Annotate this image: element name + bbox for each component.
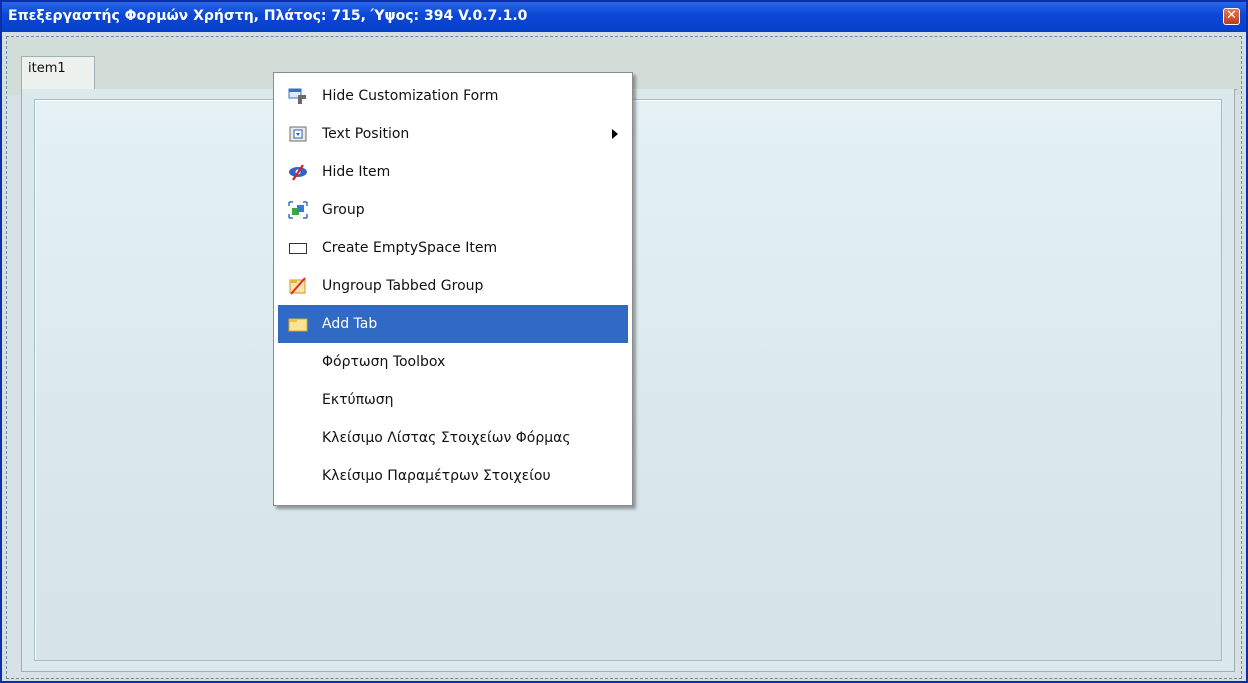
- menu-item-ungroup-tabbed-group[interactable]: Ungroup Tabbed Group: [278, 267, 628, 305]
- menu-item-label: Text Position: [322, 126, 410, 142]
- menu-item-group[interactable]: Group: [278, 191, 628, 229]
- title-bar[interactable]: Επεξεργαστής Φορμών Χρήστη, Πλάτος: 715,…: [2, 2, 1246, 32]
- menu-item-close-item-parameters[interactable]: Κλείσιμο Παραμέτρων Στοιχείου: [278, 457, 628, 495]
- menu-item-hide-customization-form[interactable]: Hide Customization Form: [278, 77, 628, 115]
- tab-item1[interactable]: item1: [21, 56, 95, 90]
- menu-item-label: Ungroup Tabbed Group: [322, 278, 484, 294]
- menu-item-hide-item[interactable]: Hide Item: [278, 153, 628, 191]
- close-icon[interactable]: ✕: [1223, 8, 1240, 25]
- hide-customization-form-icon: [288, 88, 306, 104]
- empty-space-icon: [289, 243, 307, 254]
- menu-item-label: Group: [322, 202, 365, 218]
- menu-item-label: Hide Customization Form: [322, 88, 499, 104]
- context-menu: Hide Customization Form Text Position Hi…: [273, 72, 633, 506]
- menu-item-label: Create EmptySpace Item: [322, 240, 498, 256]
- menu-item-close-form-items-list[interactable]: Κλείσιμο Λίστας Στοιχείων Φόρμας: [278, 419, 628, 457]
- window-title: Επεξεργαστής Φορμών Χρήστη, Πλάτος: 715,…: [8, 8, 528, 24]
- ungroup-icon: [289, 277, 306, 295]
- menu-item-label: Εκτύπωση: [322, 392, 394, 408]
- menu-item-text-position[interactable]: Text Position: [278, 115, 628, 153]
- menu-item-create-emptyspace[interactable]: Create EmptySpace Item: [278, 229, 628, 267]
- submenu-arrow-icon: [612, 129, 618, 139]
- group-icon: [288, 201, 308, 219]
- menu-item-label: Hide Item: [322, 164, 391, 180]
- menu-item-label: Φόρτωση Toolbox: [322, 354, 446, 370]
- menu-item-label: Κλείσιμο Παραμέτρων Στοιχείου: [322, 468, 551, 484]
- menu-item-print[interactable]: Εκτύπωση: [278, 381, 628, 419]
- menu-item-label: Κλείσιμο Λίστας Στοιχείων Φόρμας: [322, 430, 571, 446]
- menu-item-add-tab[interactable]: Add Tab: [278, 305, 628, 343]
- text-position-icon: [289, 126, 307, 142]
- hide-item-icon: [289, 164, 307, 181]
- menu-item-label: Add Tab: [322, 316, 378, 332]
- add-tab-icon: [288, 318, 308, 332]
- menu-item-load-toolbox[interactable]: Φόρτωση Toolbox: [278, 343, 628, 381]
